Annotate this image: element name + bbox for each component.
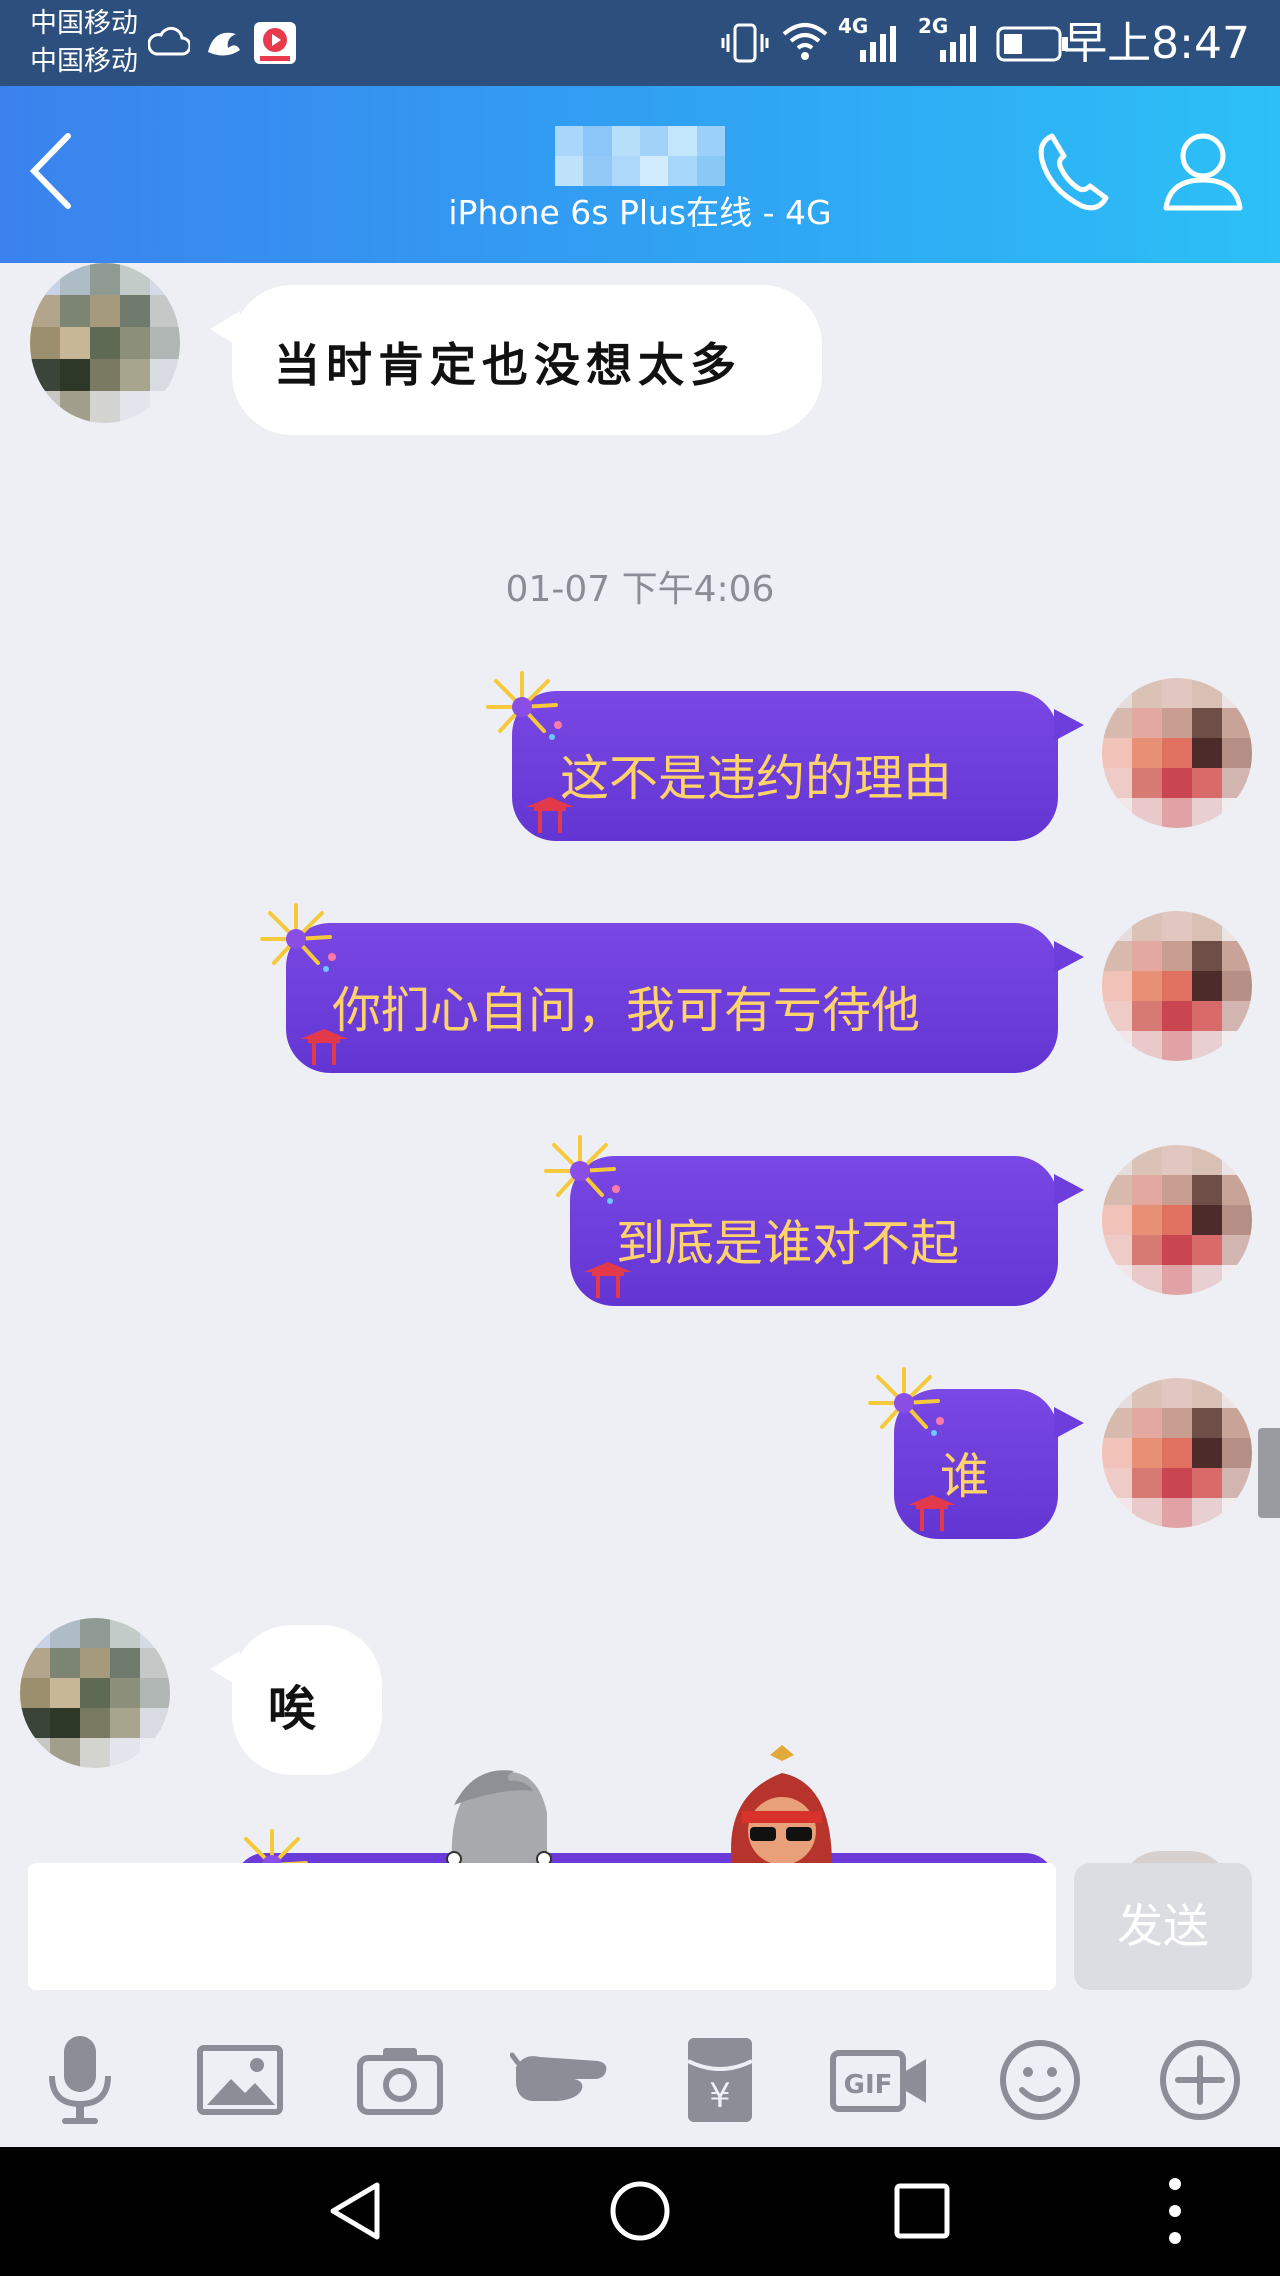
phone-icon[interactable] [1030,126,1120,216]
battery-icon [996,26,1068,62]
avatar[interactable] [1120,1851,1230,1863]
message-input[interactable] [28,1863,1056,1990]
pagoda-icon [584,1262,632,1298]
back-triangle-icon[interactable] [295,2151,415,2271]
message-text: 唉 [268,1681,323,1737]
avatar[interactable] [20,1618,170,1768]
pagoda-icon [526,797,574,833]
status-bar: 中国移动 中国移动 4G 2G 早上8:47 [0,0,1280,86]
chat-header: iPhone 6s Plus在线 - 4G [0,86,1280,263]
message-bubble-sent[interactable]: 到底是谁对不起 [570,1156,1084,1306]
scroll-indicator[interactable] [1258,1428,1280,1518]
firework-icon [244,1829,308,1863]
message-bubble-sent[interactable]: 你扪心自问，我可有亏待他 [286,923,1084,1073]
avatar[interactable] [1102,678,1252,828]
svg-text:¥: ¥ [709,2076,731,2116]
avatar[interactable] [1102,911,1252,1061]
svg-text:GIF: GIF [844,2070,893,2100]
contact-name-mosaic [555,126,725,186]
avatar[interactable] [1102,1378,1252,1528]
camera-icon[interactable] [345,2025,455,2135]
message-bubble-sent[interactable]: 这不是违约的理由 [512,691,1084,841]
carrier-label-2: 中国移动 [30,46,138,77]
message-timestamp: 01-07 下午4:06 [505,569,775,610]
recents-square-icon[interactable] [862,2151,982,2271]
red-packet-icon[interactable]: ¥ [665,2025,775,2135]
sticker-warrior-icon [731,1745,832,1863]
message-text: 到底是谁对不起 [616,1215,960,1272]
composer-toolbar: ¥ GIF [0,2013,1280,2147]
send-button[interactable]: 发送 [1074,1863,1252,1990]
emoji-icon[interactable] [985,2025,1095,2135]
message-list[interactable]: 当时肯定也没想太多 01-07 下午4:06 这不是违约的理由 你扪心自问，我可… [0,263,1280,1863]
pagoda-icon [908,1495,956,1531]
message-bubble-received[interactable]: 当时肯定也没想太多 [210,285,822,435]
firework-icon [486,671,562,740]
signal-icon-1 [860,26,896,62]
avatar[interactable] [30,263,180,423]
message-text: 当时肯定也没想太多 [274,338,742,392]
avatar[interactable] [1102,1145,1252,1295]
message-bubble-received[interactable]: 唉 [210,1625,382,1775]
plus-icon[interactable] [1145,2025,1255,2135]
system-navigation-bar [0,2147,1280,2276]
microphone-icon[interactable] [25,2025,135,2135]
wifi-icon [782,23,828,60]
gif-icon[interactable]: GIF [825,2025,935,2135]
message-bubble-sent[interactable] [235,1853,1055,1863]
home-circle-icon[interactable] [580,2151,700,2271]
status-clock: 早上8:47 [1063,18,1250,69]
carrier-label-1: 中国移动 [30,8,138,39]
poke-icon[interactable] [505,2025,615,2135]
signal-icon-2 [940,26,976,62]
weather-cloud-icon [148,26,190,56]
message-text: 你扪心自问，我可有亏待他 [332,982,921,1039]
composer: 发送 [0,1863,1280,2013]
message-text: 这不是违约的理由 [560,750,953,807]
firework-icon [260,903,336,972]
pagoda-icon [300,1029,348,1065]
firework-icon [868,1367,944,1436]
uc-browser-icon [208,32,240,56]
video-app-icon [254,22,296,64]
person-icon[interactable] [1158,126,1248,216]
sticker-character-icon [446,1770,552,1863]
vibrate-icon [721,23,769,63]
firework-icon [544,1135,620,1204]
more-vertical-icon[interactable] [1115,2151,1235,2271]
image-icon[interactable] [185,2025,295,2135]
